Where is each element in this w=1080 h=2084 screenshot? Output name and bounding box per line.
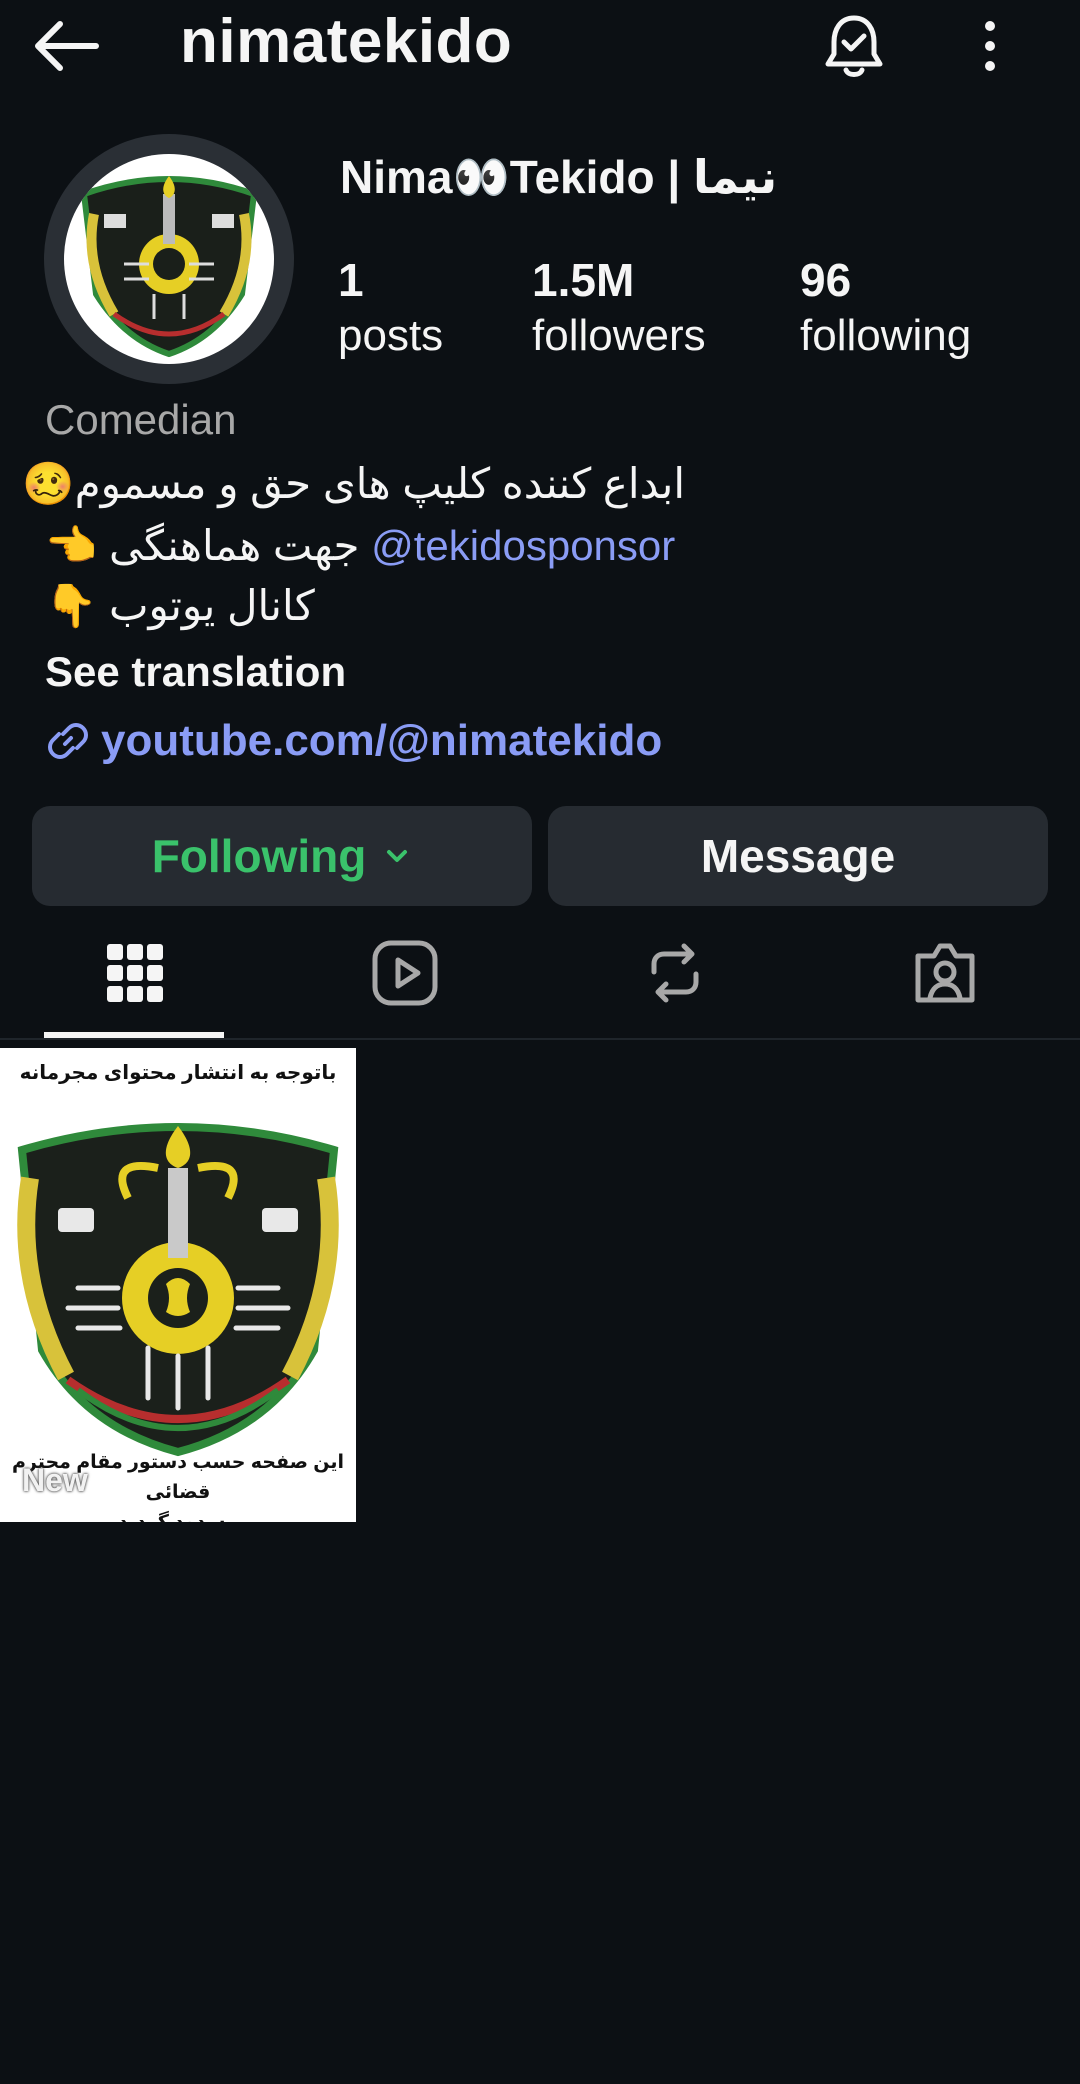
- back-arrow-icon[interactable]: [30, 14, 102, 78]
- bio-line-2: جهت هماهنگی 👈 @tekidosponsor: [45, 518, 675, 574]
- reels-icon[interactable]: [370, 938, 440, 1008]
- following-count-label: following: [800, 311, 972, 360]
- post-top-text: باتوجه به انتشار محتوای مجرمانه: [19, 1062, 337, 1084]
- following-button-label: Following: [151, 830, 367, 882]
- profile-link-text[interactable]: youtube.com/@nimatekido: [101, 716, 662, 766]
- post-thumbnail[interactable]: باتوجه به انتشار محتوای مجرمانه این صفحه…: [0, 1048, 356, 1522]
- following-button[interactable]: Following: [32, 806, 532, 906]
- posts-count[interactable]: 1 posts: [338, 252, 443, 364]
- bio-line-1: ابداع کننده کلیپ های حق و مسموم🥴: [22, 460, 685, 507]
- emblem-logo: [80, 176, 258, 358]
- notification-bell-icon[interactable]: [818, 10, 890, 82]
- tagged-icon[interactable]: [910, 938, 980, 1008]
- link-icon: [48, 723, 88, 759]
- reposts-icon[interactable]: [640, 938, 710, 1008]
- bio-line-3: کانال یوتوب 👇: [45, 582, 315, 629]
- new-badge: New: [22, 1462, 88, 1498]
- followers-count[interactable]: 1.5M followers: [532, 252, 706, 364]
- posts-count-value: 1: [338, 254, 364, 306]
- profile-link[interactable]: youtube.com/@nimatekido: [45, 712, 662, 770]
- bio-line-2-text: جهت هماهنگی 👈: [45, 522, 360, 569]
- followers-count-label: followers: [532, 311, 706, 360]
- more-options-icon[interactable]: [960, 14, 1020, 78]
- followers-count-value: 1.5M: [532, 254, 635, 306]
- tab-divider: [0, 1038, 1080, 1040]
- profile-category: Comedian: [45, 396, 237, 443]
- profile-username: nimatekido: [180, 7, 513, 76]
- chevron-down-icon: [387, 850, 408, 862]
- following-count-value: 96: [800, 254, 852, 306]
- display-name: Nima👀Tekido | نیما: [340, 151, 778, 203]
- posts-grid-icon[interactable]: [100, 938, 170, 1008]
- following-count[interactable]: 96 following: [800, 252, 971, 364]
- emblem-logo: [17, 1123, 339, 1457]
- message-button[interactable]: Message: [548, 806, 1048, 906]
- sponsor-mention-link[interactable]: @tekidosponsor: [371, 522, 675, 569]
- avatar[interactable]: [64, 154, 274, 364]
- posts-count-label: posts: [338, 311, 444, 360]
- top-bar: nimatekido: [0, 0, 1080, 92]
- see-translation-button[interactable]: See translation: [45, 648, 346, 696]
- message-button-label: Message: [700, 830, 896, 882]
- post-bottom-line-2: مسدود گردید: [0, 1508, 356, 1522]
